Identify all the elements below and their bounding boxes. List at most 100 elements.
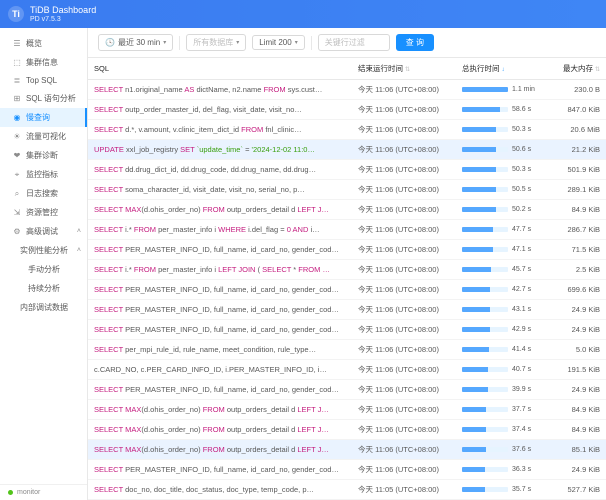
cell-total-time: 41.4 s xyxy=(456,340,554,360)
table-row[interactable]: SELECT per_mpi_rule_id, rule_name, meet_… xyxy=(88,340,606,360)
cell-total-time: 37.6 s xyxy=(456,440,554,460)
table-row[interactable]: SELECT PER_MASTER_INFO_ID, full_name, id… xyxy=(88,240,606,260)
sidebar-item[interactable]: ⚙高级调试˄ xyxy=(0,222,87,241)
cell-end-time: 今天 11:06 (UTC+08:00) xyxy=(352,80,456,100)
nav-icon: ◉ xyxy=(12,113,22,122)
nav-icon: ☀ xyxy=(12,132,22,141)
column-header-max-mem[interactable]: 最大内存⇅ xyxy=(554,58,606,80)
sidebar-item-label: 持续分析 xyxy=(28,283,60,294)
table-row[interactable]: SELECT d.*, v.amount, v.clinic_item_dict… xyxy=(88,120,606,140)
sidebar-item-label: 日志搜索 xyxy=(26,188,58,199)
query-button[interactable]: 查 询 xyxy=(396,34,434,51)
cell-end-time: 今天 11:06 (UTC+08:00) xyxy=(352,120,456,140)
table-row[interactable]: UPDATE xxl_job_registry SET `update_time… xyxy=(88,140,606,160)
nav-icon: ⇲ xyxy=(12,208,22,217)
cell-sql: c.CARD_NO, c.PER_CARD_INFO_ID, i.PER_MAS… xyxy=(88,360,352,380)
table-row[interactable]: SELECT MAX(d.ohis_order_no) FROM outp_or… xyxy=(88,400,606,420)
sidebar-item[interactable]: 内部调试数据 xyxy=(0,298,87,317)
cell-end-time: 今天 11:06 (UTC+08:00) xyxy=(352,280,456,300)
table-row[interactable]: SELECT dd.drug_dict_id, dd.drug_code, dd… xyxy=(88,160,606,180)
status-dot-icon xyxy=(8,490,13,495)
sidebar-item-label: 实例性能分析 xyxy=(20,245,68,256)
cell-end-time: 今天 11:06 (UTC+08:00) xyxy=(352,100,456,120)
table-row[interactable]: SELECT doc_no, doc_title, doc_status, do… xyxy=(88,480,606,500)
sidebar-item[interactable]: ☀流量可视化 xyxy=(0,127,87,146)
sidebar-item-label: 内部调试数据 xyxy=(20,302,68,313)
table-row[interactable]: SELECT MAX(d.ohis_order_no) FROM outp_or… xyxy=(88,420,606,440)
cell-sql: SELECT PER_MASTER_INFO_ID, full_name, id… xyxy=(88,460,352,480)
sidebar-item[interactable]: ☰概览 xyxy=(0,34,87,53)
cell-sql: SELECT dd.drug_dict_id, dd.drug_code, dd… xyxy=(88,160,352,180)
app-title-wrap: TiDB Dashboard PD v7.5.3 xyxy=(30,6,96,23)
table-row[interactable]: SELECT MAX(d.ohis_order_no) FROM outp_or… xyxy=(88,200,606,220)
sort-icon[interactable]: ⇅ xyxy=(405,67,410,73)
time-range-label: 最近 30 min xyxy=(118,37,160,48)
search-input[interactable]: 关键行过滤 xyxy=(318,34,390,51)
sidebar-item[interactable]: ⊞SQL 语句分析 xyxy=(0,89,87,108)
cell-sql: SELECT MAX(d.ohis_order_no) FROM outp_or… xyxy=(88,400,352,420)
table-row[interactable]: SELECT MAX(d.ohis_order_no) FROM outp_or… xyxy=(88,440,606,460)
table-row[interactable]: SELECT PER_MASTER_INFO_ID, full_name, id… xyxy=(88,460,606,480)
chevron-up-icon: ˄ xyxy=(77,228,81,235)
cell-max-memory: 24.9 KiB xyxy=(554,380,606,400)
column-header-end-time[interactable]: 结束运行时间⇅ xyxy=(352,58,456,80)
sidebar-item[interactable]: 手动分析 xyxy=(0,260,87,279)
table-row[interactable]: SELECT PER_MASTER_INFO_ID, full_name, id… xyxy=(88,380,606,400)
cell-sql: SELECT per_mpi_rule_id, rule_name, meet_… xyxy=(88,340,352,360)
app-header: Ti TiDB Dashboard PD v7.5.3 xyxy=(0,0,606,28)
table-row[interactable]: SELECT PER_MASTER_INFO_ID, full_name, id… xyxy=(88,300,606,320)
cell-total-time: 50.3 s xyxy=(456,120,554,140)
cell-end-time: 今天 11:06 (UTC+08:00) xyxy=(352,360,456,380)
sidebar-item[interactable]: ⇲资源管控 xyxy=(0,203,87,222)
sidebar-item[interactable]: 持续分析 xyxy=(0,279,87,298)
table-row[interactable]: SELECT outp_order_master_id, del_flag, v… xyxy=(88,100,606,120)
chevron-up-icon: ˄ xyxy=(77,247,81,254)
column-header-total-time[interactable]: 总执行时间↓ xyxy=(456,58,554,80)
sidebar-item[interactable]: ◉慢查询 xyxy=(0,108,87,127)
limit-select[interactable]: Limit 200 ▾ xyxy=(252,35,304,50)
sidebar-item[interactable]: ⌕日志搜索 xyxy=(0,184,87,203)
cell-end-time: 今天 11:06 (UTC+08:00) xyxy=(352,460,456,480)
table-row[interactable]: SELECT i.* FROM per_master_info i WHERE … xyxy=(88,220,606,240)
cell-sql: SELECT PER_MASTER_INFO_ID, full_name, id… xyxy=(88,380,352,400)
cell-sql: SELECT MAX(d.ohis_order_no) FROM outp_or… xyxy=(88,200,352,220)
sidebar-item[interactable]: ≣Top SQL xyxy=(0,72,87,89)
cell-total-time: 42.9 s xyxy=(456,320,554,340)
cell-total-time: 42.7 s xyxy=(456,280,554,300)
sidebar-item[interactable]: 实例性能分析 ˄ xyxy=(0,241,87,260)
cell-max-memory: 85.1 KiB xyxy=(554,440,606,460)
database-select[interactable]: 所有数据库 ▾ xyxy=(186,34,246,51)
table-row[interactable]: SELECT soma_character_id, visit_date, vi… xyxy=(88,180,606,200)
table-row[interactable]: c.CARD_NO, c.PER_CARD_INFO_ID, i.PER_MAS… xyxy=(88,360,606,380)
cell-sql: SELECT PER_MASTER_INFO_ID, full_name, id… xyxy=(88,300,352,320)
cell-sql: SELECT doc_no, doc_title, doc_status, do… xyxy=(88,480,352,500)
time-range-select[interactable]: 🕓 最近 30 min ▾ xyxy=(98,34,173,51)
sort-desc-icon[interactable]: ↓ xyxy=(502,67,505,73)
table-row[interactable]: SELECT PER_MASTER_INFO_ID, full_name, id… xyxy=(88,280,606,300)
cell-max-memory: 84.9 KiB xyxy=(554,400,606,420)
cell-end-time: 今天 11:06 (UTC+08:00) xyxy=(352,400,456,420)
cell-end-time: 今天 11:05 (UTC+08:00) xyxy=(352,480,456,500)
results-table: SQL 结束运行时间⇅ 总执行时间↓ 最大内存⇅ SELECT n1.orig xyxy=(88,58,606,500)
cell-max-memory: 847.0 KiB xyxy=(554,100,606,120)
cell-max-memory: 24.9 KiB xyxy=(554,320,606,340)
table-row[interactable]: SELECT i.* FROM per_master_info i LEFT J… xyxy=(88,260,606,280)
cell-sql: SELECT PER_MASTER_INFO_ID, full_name, id… xyxy=(88,320,352,340)
cell-end-time: 今天 11:06 (UTC+08:00) xyxy=(352,160,456,180)
cell-end-time: 今天 11:06 (UTC+08:00) xyxy=(352,200,456,220)
sort-icon[interactable]: ⇅ xyxy=(595,67,600,73)
cell-max-memory: 2.5 KiB xyxy=(554,260,606,280)
sidebar-item-label: Top SQL xyxy=(26,76,57,85)
sidebar-item-label: 集群诊断 xyxy=(26,150,58,161)
cell-max-memory: 527.7 KiB xyxy=(554,480,606,500)
cell-sql: SELECT soma_character_id, visit_date, vi… xyxy=(88,180,352,200)
sidebar-item[interactable]: ⌖监控指标 xyxy=(0,165,87,184)
sidebar-item[interactable]: ❤集群诊断 xyxy=(0,146,87,165)
sidebar-item[interactable]: ⬚集群信息 xyxy=(0,53,87,72)
column-header-sql[interactable]: SQL xyxy=(88,58,352,80)
cell-end-time: 今天 11:06 (UTC+08:00) xyxy=(352,440,456,460)
sidebar-item-label: 概览 xyxy=(26,38,42,49)
table-row[interactable]: SELECT n1.original_name AS dictName, n2.… xyxy=(88,80,606,100)
chevron-down-icon: ▾ xyxy=(236,39,239,46)
table-row[interactable]: SELECT PER_MASTER_INFO_ID, full_name, id… xyxy=(88,320,606,340)
